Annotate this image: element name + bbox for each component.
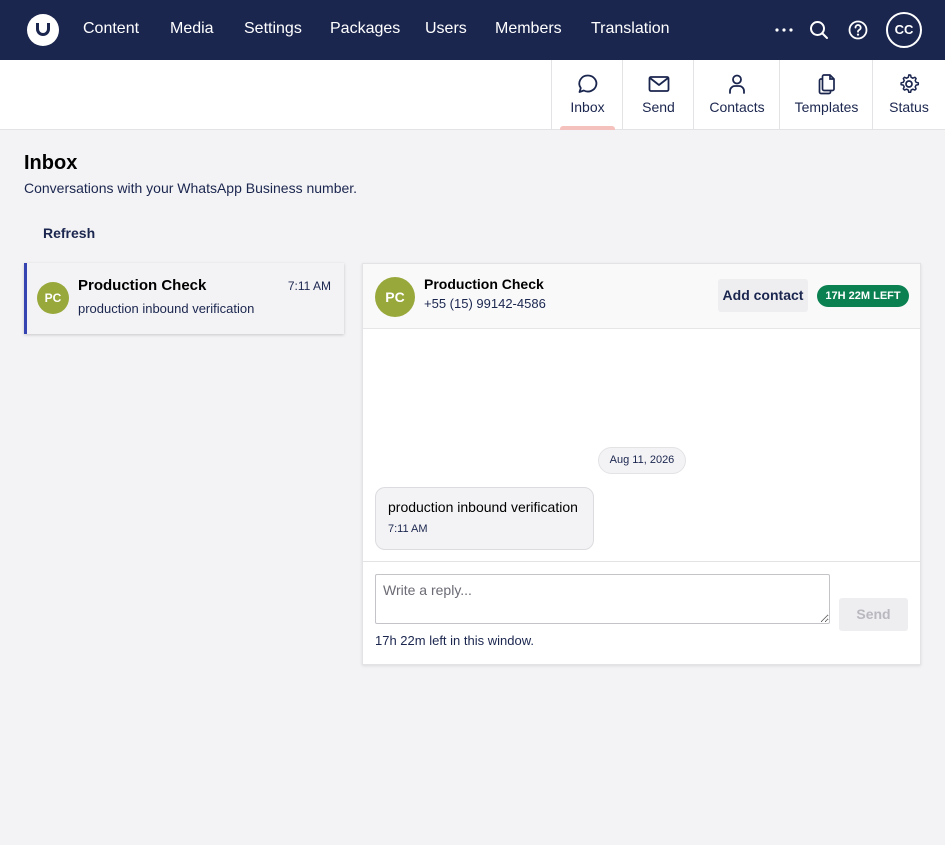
active-tab-indicator — [560, 126, 615, 130]
window-remaining-note: 17h 22m left in this window. — [375, 633, 534, 648]
tab-contacts-label: Contacts — [709, 99, 765, 115]
reply-input[interactable] — [375, 574, 830, 624]
add-contact-button[interactable]: Add contact — [718, 279, 808, 312]
nav-translation[interactable]: Translation — [591, 19, 670, 39]
nav-settings[interactable]: Settings — [244, 19, 302, 39]
send-button[interactable]: Send — [839, 598, 908, 631]
chat-panel: PC Production Check +55 (15) 99142-4586 … — [362, 263, 921, 665]
tab-templates-label: Templates — [794, 99, 859, 115]
tab-inbox-label: Inbox — [570, 99, 605, 115]
tab-send-label: Send — [642, 99, 675, 115]
reply-composer: Send 17h 22m left in this window. — [363, 561, 920, 664]
tab-inbox[interactable]: Inbox — [551, 60, 623, 130]
conversation-time: 7:11 AM — [287, 279, 331, 293]
refresh-button[interactable]: Refresh — [29, 218, 109, 248]
gear-icon — [897, 72, 921, 96]
envelope-icon — [647, 72, 671, 96]
search-icon[interactable] — [808, 19, 830, 41]
top-navigation: Content Media Settings Packages Users Me… — [0, 0, 945, 60]
person-icon — [725, 72, 749, 96]
help-icon[interactable] — [847, 19, 869, 41]
chat-avatar: PC — [375, 277, 415, 317]
conversation-name: Production Check — [78, 277, 207, 294]
more-icon[interactable] — [773, 19, 795, 41]
tab-send[interactable]: Send — [622, 60, 694, 129]
chat-contact-phone: +55 (15) 99142-4586 — [424, 296, 546, 311]
umbraco-logo-icon[interactable] — [27, 14, 59, 46]
chat-bubble-icon — [576, 72, 600, 96]
conversation-preview: production inbound verification — [78, 301, 255, 316]
date-separator: Aug 11, 2026 — [598, 447, 686, 474]
message-time: 7:11 AM — [388, 523, 428, 535]
message-bubble: production inbound verification 7:11 AM — [375, 487, 594, 550]
tab-status-label: Status — [889, 99, 929, 115]
nav-packages[interactable]: Packages — [330, 19, 400, 39]
user-avatar[interactable]: CC — [886, 12, 922, 48]
nav-media[interactable]: Media — [170, 19, 214, 39]
chat-contact-name: Production Check — [424, 276, 544, 292]
nav-content[interactable]: Content — [83, 19, 139, 39]
section-header: Inbox Send Contacts Templates Status — [0, 60, 945, 130]
chat-header: PC Production Check +55 (15) 99142-4586 … — [363, 264, 920, 329]
page-subtitle: Conversations with your WhatsApp Busines… — [24, 180, 358, 196]
conversation-list-item[interactable]: PC Production Check 7:11 AM production i… — [24, 263, 344, 334]
contact-avatar: PC — [37, 282, 69, 314]
window-status-badge: 17H 22M LEFT — [817, 285, 909, 307]
nav-members[interactable]: Members — [495, 19, 562, 39]
message-text: production inbound verification — [388, 499, 578, 515]
documents-icon — [815, 72, 839, 96]
tab-templates[interactable]: Templates — [779, 60, 873, 129]
tab-contacts[interactable]: Contacts — [693, 60, 780, 129]
tab-status[interactable]: Status — [872, 60, 945, 129]
page-title: Inbox — [24, 152, 78, 174]
nav-users[interactable]: Users — [425, 19, 467, 39]
